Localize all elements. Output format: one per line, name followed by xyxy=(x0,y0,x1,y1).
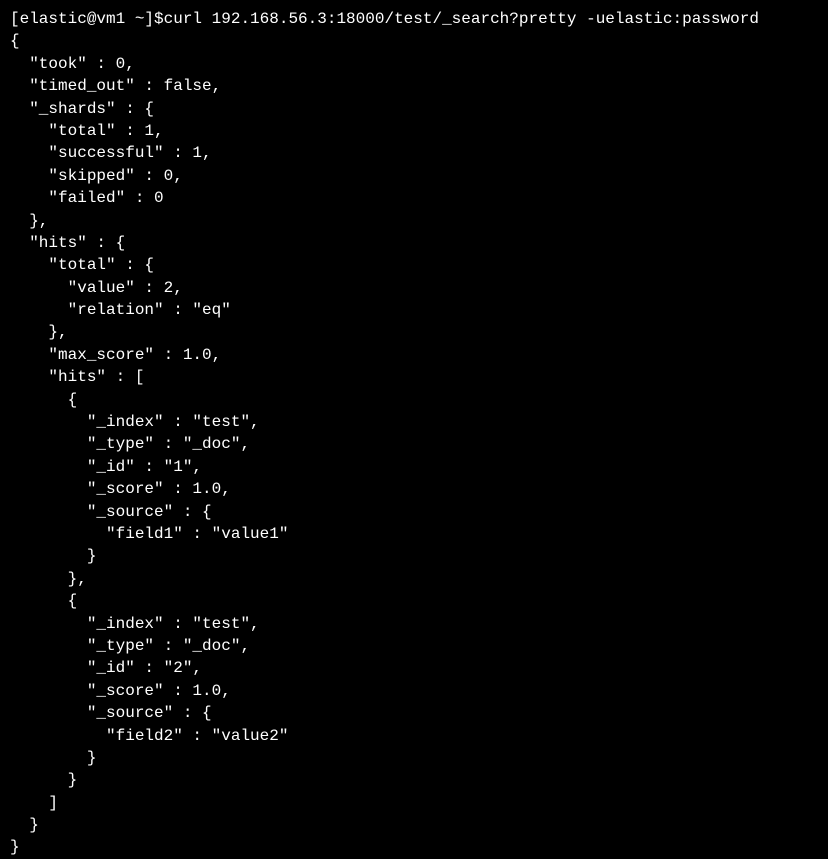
shell-prompt: [elastic@vm1 ~]$ xyxy=(10,8,164,30)
terminal-prompt-line[interactable]: [elastic@vm1 ~]$ curl 192.168.56.3:18000… xyxy=(10,8,818,30)
command-output: { "took" : 0, "timed_out" : false, "_sha… xyxy=(10,30,818,858)
shell-command: curl 192.168.56.3:18000/test/_search?pre… xyxy=(164,8,759,30)
